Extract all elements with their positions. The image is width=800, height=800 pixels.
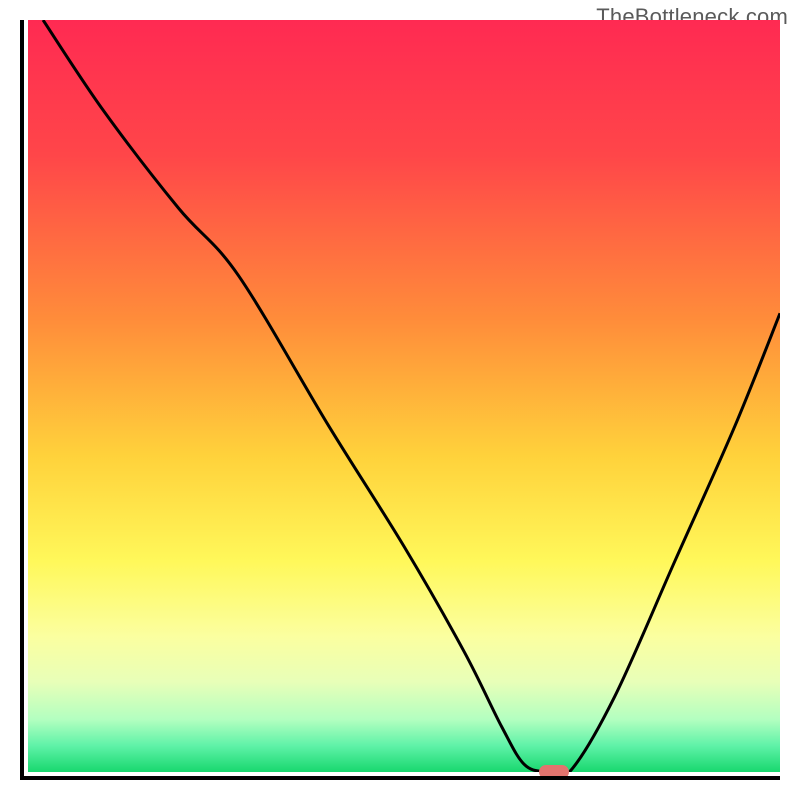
chart-canvas: TheBottleneck.com: [0, 0, 800, 800]
optimal-marker: [539, 765, 569, 776]
plot-frame: [20, 20, 780, 780]
plot-area: [28, 20, 780, 776]
bottleneck-curve: [43, 20, 780, 772]
curve-layer: [28, 20, 780, 772]
